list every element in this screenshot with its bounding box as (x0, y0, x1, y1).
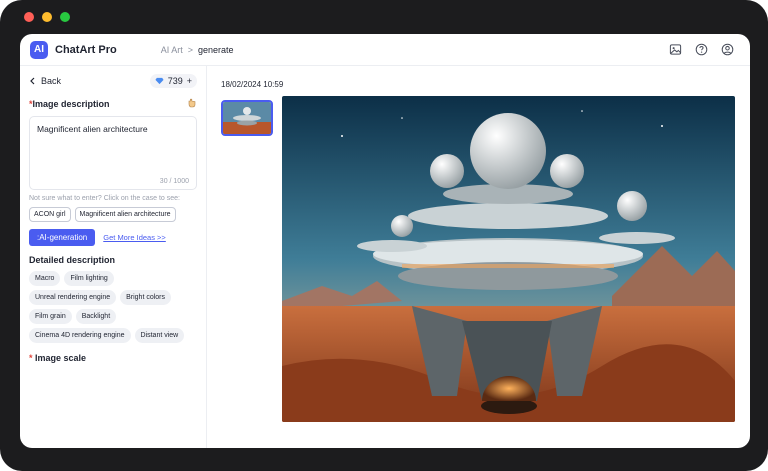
image-thumbnail[interactable] (221, 100, 273, 136)
app-window: AI ChatArt Pro AI Art > generate Back 73… (20, 34, 750, 448)
back-label: Back (41, 76, 62, 86)
tag-chip[interactable]: Film grain (29, 309, 72, 324)
app-name: ChatArt Pro (55, 43, 117, 56)
tag-chip[interactable]: Bright colors (120, 290, 172, 305)
user-icon[interactable] (721, 43, 734, 56)
main-panel: 18/02/2024 10:59 (207, 66, 750, 448)
minimize-window-button[interactable] (42, 12, 52, 22)
more-ideas-link[interactable]: Get More Ideas >> (103, 233, 166, 242)
generated-image[interactable] (282, 96, 735, 422)
sidebar: Back 739 + * Image description Magnifice… (20, 66, 207, 448)
tag-chip[interactable]: Backlight (75, 309, 117, 324)
tag-chip[interactable]: Cinema 4D rendering engine (29, 328, 131, 343)
ai-generation-button[interactable]: :AI-generation (29, 229, 96, 246)
description-input[interactable]: Magnificent alien architecture 30 / 1000 (29, 116, 197, 190)
device-frame: AI ChatArt Pro AI Art > generate Back 73… (0, 0, 768, 471)
credits-value: 739 (167, 76, 183, 86)
breadcrumb-separator: > (187, 44, 194, 55)
breadcrumb-parent[interactable]: AI Art (161, 45, 183, 55)
tag-chip[interactable]: Film lighting (64, 271, 114, 286)
hint-text: Not sure what to enter? Click on the cas… (29, 195, 180, 202)
breadcrumb-current: generate (198, 44, 234, 55)
back-button[interactable]: Back (29, 76, 61, 86)
case-chip[interactable]: ACON girl (29, 207, 71, 222)
tag-chip[interactable]: Unreal rendering engine (29, 290, 117, 305)
tag-chip[interactable]: Distant view (134, 328, 185, 343)
top-bar: AI ChatArt Pro AI Art > generate (20, 34, 750, 66)
description-title-label: Image description (32, 99, 110, 109)
close-window-button[interactable] (24, 12, 34, 22)
image-icon[interactable] (669, 43, 682, 56)
credits-badge[interactable]: 739 + (149, 74, 197, 88)
help-icon[interactable] (695, 43, 708, 56)
description-title: * Image description (29, 98, 197, 110)
scale-title-label: Image scale (35, 353, 87, 363)
timestamp: 18/02/2024 10:59 (221, 80, 284, 89)
window-controls (24, 12, 70, 22)
case-list: ACON girl Magnificent alien architecture (29, 207, 197, 222)
chevron-left-icon (30, 77, 35, 85)
detail-title: Detailed description (29, 255, 116, 265)
pointing-hand-icon[interactable] (187, 98, 197, 110)
add-credits-button[interactable]: + (187, 76, 192, 86)
maximize-window-button[interactable] (60, 12, 70, 22)
scale-title: * Image scale (29, 353, 197, 363)
description-value: Magnificent alien architecture (37, 124, 148, 134)
app-logo: AI (30, 40, 48, 59)
case-chip[interactable]: Magnificent alien architecture (74, 207, 176, 222)
diamond-icon (155, 77, 164, 85)
required-mark: * (29, 353, 33, 363)
char-counter: 30 / 1000 (159, 178, 189, 185)
tag-list: Macro Film lighting Unreal rendering eng… (29, 271, 197, 343)
tag-chip[interactable]: Macro (29, 271, 61, 286)
breadcrumb: AI Art > generate (161, 45, 234, 55)
